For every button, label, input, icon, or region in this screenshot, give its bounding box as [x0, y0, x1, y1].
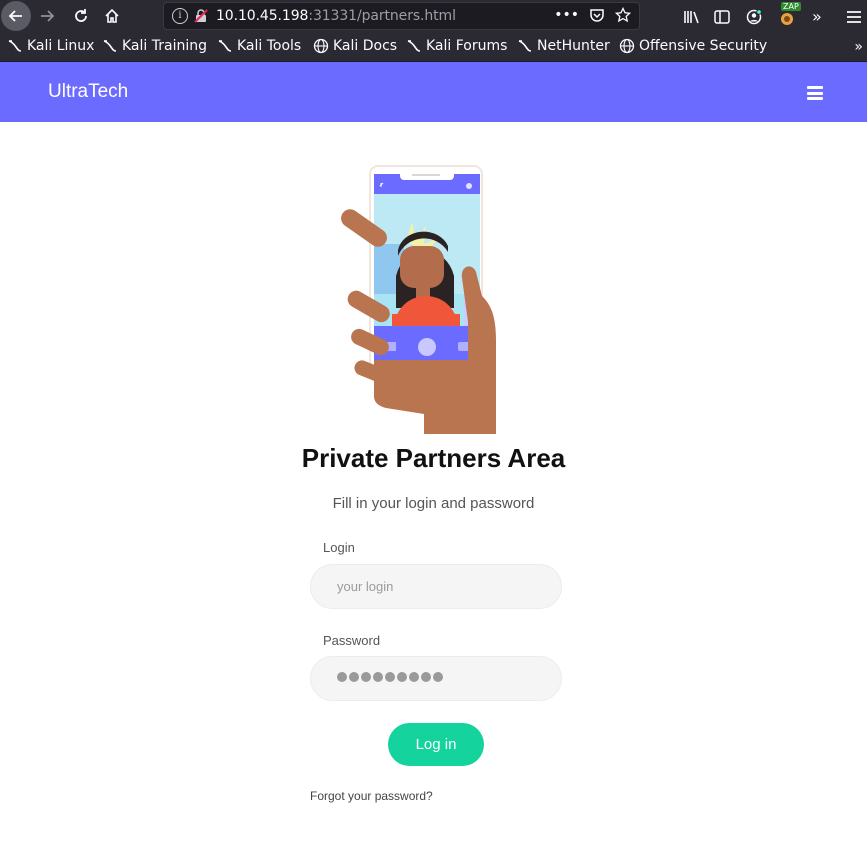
url-actions: ••• [554, 7, 631, 23]
globe-icon [313, 38, 329, 54]
url-host: 10.10.45.198 [216, 8, 309, 24]
kali-dragon-icon [518, 40, 532, 52]
login-label: Login [323, 540, 355, 555]
bookmark-label: Kali Forums [426, 38, 508, 54]
home-button[interactable] [97, 1, 127, 31]
app-menu-icon[interactable] [840, 0, 867, 33]
bookmark-kali-docs[interactable]: Kali Docs [313, 38, 397, 54]
bookmark-kali-forums[interactable]: Kali Forums [406, 38, 507, 54]
bookmarks-toolbar: Kali Linux Kali Training Kali Tools Kali… [0, 33, 867, 62]
star-bookmark-icon[interactable] [615, 7, 631, 23]
page-title: Private Partners Area [301, 443, 566, 473]
kali-dragon-icon [103, 40, 117, 52]
bookmark-label: NetHunter [537, 38, 610, 54]
back-button[interactable] [1, 1, 31, 31]
site-navbar: UltraTech [0, 62, 867, 122]
login-button[interactable]: Log in [388, 723, 484, 766]
bookmark-label: Offensive Security [639, 38, 768, 54]
bookmark-label: Kali Docs [333, 38, 398, 54]
bookmark-offensive-security[interactable]: Offensive Security [619, 38, 767, 54]
password-mask [337, 672, 443, 682]
hamburger-menu-icon[interactable] [807, 86, 823, 100]
arrow-left-icon [8, 10, 22, 22]
url-path: :31331/partners.html [308, 8, 456, 24]
bookmark-kali-tools[interactable]: Kali Tools [217, 38, 301, 54]
url-text: 10.10.45.198:31331/partners.html [216, 8, 456, 24]
login-input[interactable] [310, 564, 562, 609]
url-bar[interactable]: i 10.10.45.198:31331/partners.html ••• [163, 2, 640, 30]
arrow-right-icon [41, 10, 55, 22]
bookmark-kali-linux[interactable]: Kali Linux [7, 38, 94, 54]
bookmark-label: Kali Tools [237, 38, 302, 54]
sidebar-icon[interactable] [714, 0, 730, 33]
library-icon[interactable] [683, 0, 701, 33]
more-actions-icon[interactable]: ••• [554, 7, 579, 23]
bookmarks-overflow-icon[interactable]: » [854, 39, 863, 55]
overflow-menu-icon[interactable]: » [812, 0, 822, 33]
page-subtitle: Fill in your login and password [332, 495, 535, 512]
reload-icon [75, 9, 87, 22]
kali-dragon-icon [8, 40, 22, 52]
account-icon[interactable] [746, 0, 762, 33]
info-icon[interactable]: i [172, 8, 188, 24]
kali-dragon-icon [407, 40, 421, 52]
home-icon [105, 8, 119, 23]
bookmark-label: Kali Training [122, 38, 207, 54]
kali-dragon-icon [218, 40, 232, 52]
insecure-lock-icon[interactable] [194, 9, 208, 23]
brand-logo[interactable]: UltraTech [48, 81, 128, 103]
bookmark-label: Kali Linux [27, 38, 95, 54]
phone-in-hand-illustration [341, 165, 496, 434]
forward-button[interactable] [32, 1, 62, 31]
zap-badge: ZAP [781, 2, 801, 11]
bookmark-nethunter[interactable]: NetHunter [517, 38, 610, 54]
globe-icon [619, 38, 635, 54]
forgot-password-link[interactable]: Forgot your password? [310, 789, 433, 803]
reload-button[interactable] [66, 1, 96, 31]
password-label: Password [323, 633, 381, 648]
pocket-icon[interactable] [589, 7, 605, 23]
browser-toolbar: i 10.10.45.198:31331/partners.html ••• Z… [0, 0, 867, 33]
bookmark-kali-training[interactable]: Kali Training [102, 38, 207, 54]
